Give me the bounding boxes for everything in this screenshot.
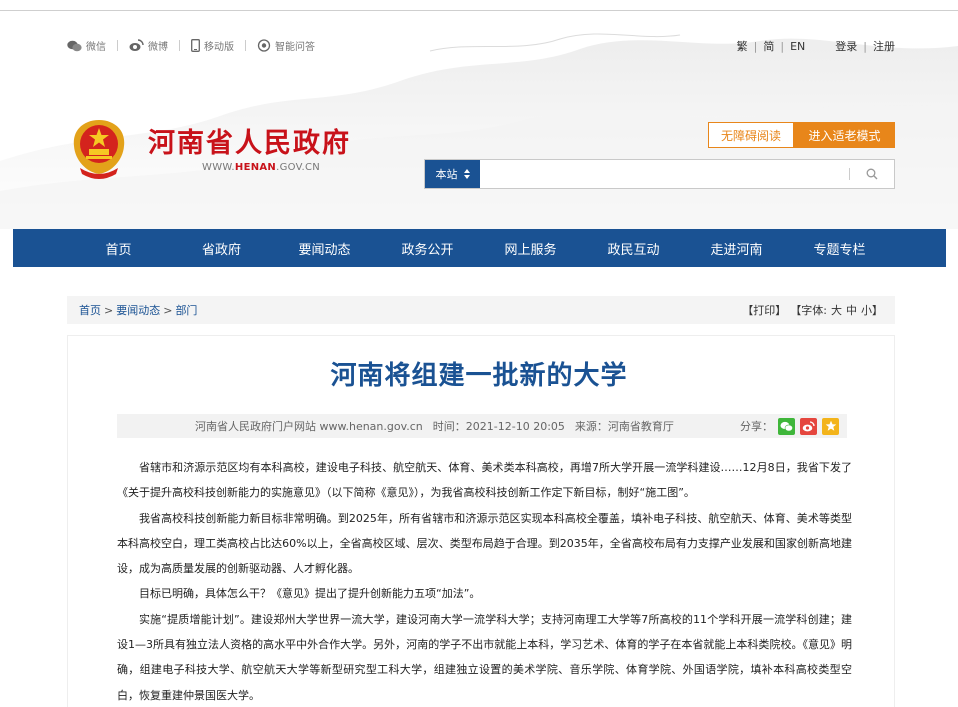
nav-home[interactable]: 首页	[67, 239, 170, 258]
print-button[interactable]: 【打印】	[742, 302, 786, 318]
register-link[interactable]: 注册	[873, 38, 895, 54]
qa-link[interactable]: 智能问答	[257, 38, 315, 53]
weibo-share-icon[interactable]	[800, 417, 817, 435]
article-paragraph: 我省高校科技创新能力新目标非常明确。到2025年，所有省辖市和济源示范区实现本科…	[117, 511, 852, 576]
util-separator	[179, 40, 180, 51]
font-mid-button[interactable]: 中	[846, 302, 857, 318]
lang-separator: |	[753, 39, 758, 53]
nav-news[interactable]: 要闻动态	[273, 239, 376, 258]
elder-mode-button[interactable]: 进入适老模式	[794, 122, 895, 148]
nav-topics[interactable]: 专题专栏	[788, 239, 891, 258]
login-separator: |	[863, 39, 867, 53]
domain-prefix: WWW.	[202, 162, 235, 173]
nav-interaction[interactable]: 政民互动	[582, 239, 685, 258]
site-header: 微信 微博 移动版 智能问答 繁 | 简 | EN 登录 | 注册 河南省人民政…	[0, 11, 958, 229]
article-paragraph: 实施“提质增能计划”。建设郑州大学世界一流大学，建设河南大学一流学科大学；支持河…	[117, 612, 852, 702]
accessibility-buttons: 无障碍阅读 进入适老模式	[708, 122, 895, 148]
search-scope-label: 本站	[435, 168, 458, 181]
breadcrumb: 首页 > 要闻动态 > 部门 【打印】 【字体: 大 中 小】	[67, 296, 895, 324]
wechat-label: 微信	[86, 42, 106, 53]
nav-province-gov[interactable]: 省政府	[170, 239, 273, 258]
article-title: 河南将组建一批新的大学	[330, 361, 628, 391]
barrier-free-button[interactable]: 无障碍阅读	[708, 122, 794, 148]
meta-source-site: 河南省人民政府门户网站 www.henan.gov.cn	[195, 420, 423, 433]
qa-icon	[257, 39, 271, 52]
weibo-label: 微博	[148, 42, 168, 53]
mobile-icon	[191, 39, 200, 52]
language-login: 繁 | 简 | EN 登录 | 注册	[737, 38, 895, 54]
font-big-button[interactable]: 大	[831, 302, 842, 318]
breadcrumb-home[interactable]: 首页	[79, 302, 101, 318]
emblem-icon	[73, 120, 125, 179]
lang-english[interactable]: EN	[790, 40, 805, 53]
breadcrumb-dept[interactable]: 部门	[175, 302, 197, 318]
weibo-link[interactable]: 微博	[129, 38, 168, 53]
meta-info: 河南省人民政府门户网站 www.henan.gov.cn 时间：2021-12-…	[195, 418, 674, 434]
login-link[interactable]: 登录	[835, 38, 857, 54]
qa-label: 智能问答	[275, 42, 315, 53]
article-paragraph: 目标已明确，具体怎么干？《意见》提出了提升创新能力五项“加法”。	[139, 587, 481, 601]
mobile-label: 移动版	[204, 42, 234, 53]
wechat-icon	[67, 40, 82, 51]
search-button[interactable]	[850, 160, 894, 188]
util-separator	[245, 40, 246, 51]
meta-time: 时间：2021-12-10 20:05	[432, 420, 565, 433]
search-input[interactable]	[480, 160, 849, 188]
breadcrumb-news[interactable]: 要闻动态	[116, 302, 160, 318]
article-meta: 河南省人民政府门户网站 www.henan.gov.cn 时间：2021-12-…	[117, 414, 847, 438]
search-scope-select[interactable]: 本站	[425, 160, 480, 188]
main-nav: 首页 省政府 要闻动态 政务公开 网上服务 政民互动 走进河南 专题专栏	[13, 229, 946, 267]
domain-mid: HENAN	[234, 162, 277, 173]
util-separator	[117, 40, 118, 51]
share-bar: 分享：	[740, 417, 839, 435]
wechat-share-icon[interactable]	[778, 417, 795, 435]
nav-online-service[interactable]: 网上服务	[479, 239, 582, 258]
lang-simplified[interactable]: 简	[763, 38, 774, 54]
font-size-label: 【字体:	[790, 304, 827, 317]
lang-traditional[interactable]: 繁	[737, 38, 748, 54]
font-small-button[interactable]: 小】	[861, 302, 883, 318]
article-tools: 【打印】 【字体: 大 中 小】	[742, 302, 883, 318]
search-icon	[866, 168, 878, 180]
site-title: 河南省人民政府	[148, 128, 351, 159]
nav-about-henan[interactable]: 走进河南	[685, 239, 788, 258]
share-label: 分享：	[740, 420, 773, 433]
mobile-link[interactable]: 移动版	[191, 38, 234, 53]
breadcrumb-sep: >	[163, 303, 173, 317]
favorite-icon[interactable]	[822, 417, 839, 435]
site-domain: WWW.HENAN.GOV.CN	[202, 162, 320, 173]
wechat-link[interactable]: 微信	[67, 38, 106, 53]
meta-origin: 来源：河南省教育厅	[574, 420, 674, 433]
lang-separator: |	[780, 39, 785, 53]
sort-icon	[463, 169, 470, 179]
breadcrumb-sep: >	[104, 303, 114, 317]
domain-suffix: .GOV.CN	[276, 162, 321, 173]
article-paragraph: 省辖市和济源示范区均有本科高校，建设电子科技、航空航天、体育、美术类本科高校，再…	[117, 461, 852, 500]
search-bar: 本站	[424, 159, 895, 189]
utility-links: 微信 微博 移动版 智能问答	[67, 38, 315, 53]
weibo-icon	[129, 39, 144, 51]
article-body: 省辖市和济源示范区均有本科高校，建设电子科技、航空航天、体育、美术类本科高校，再…	[117, 455, 852, 707]
nav-gov-affairs[interactable]: 政务公开	[376, 239, 479, 258]
